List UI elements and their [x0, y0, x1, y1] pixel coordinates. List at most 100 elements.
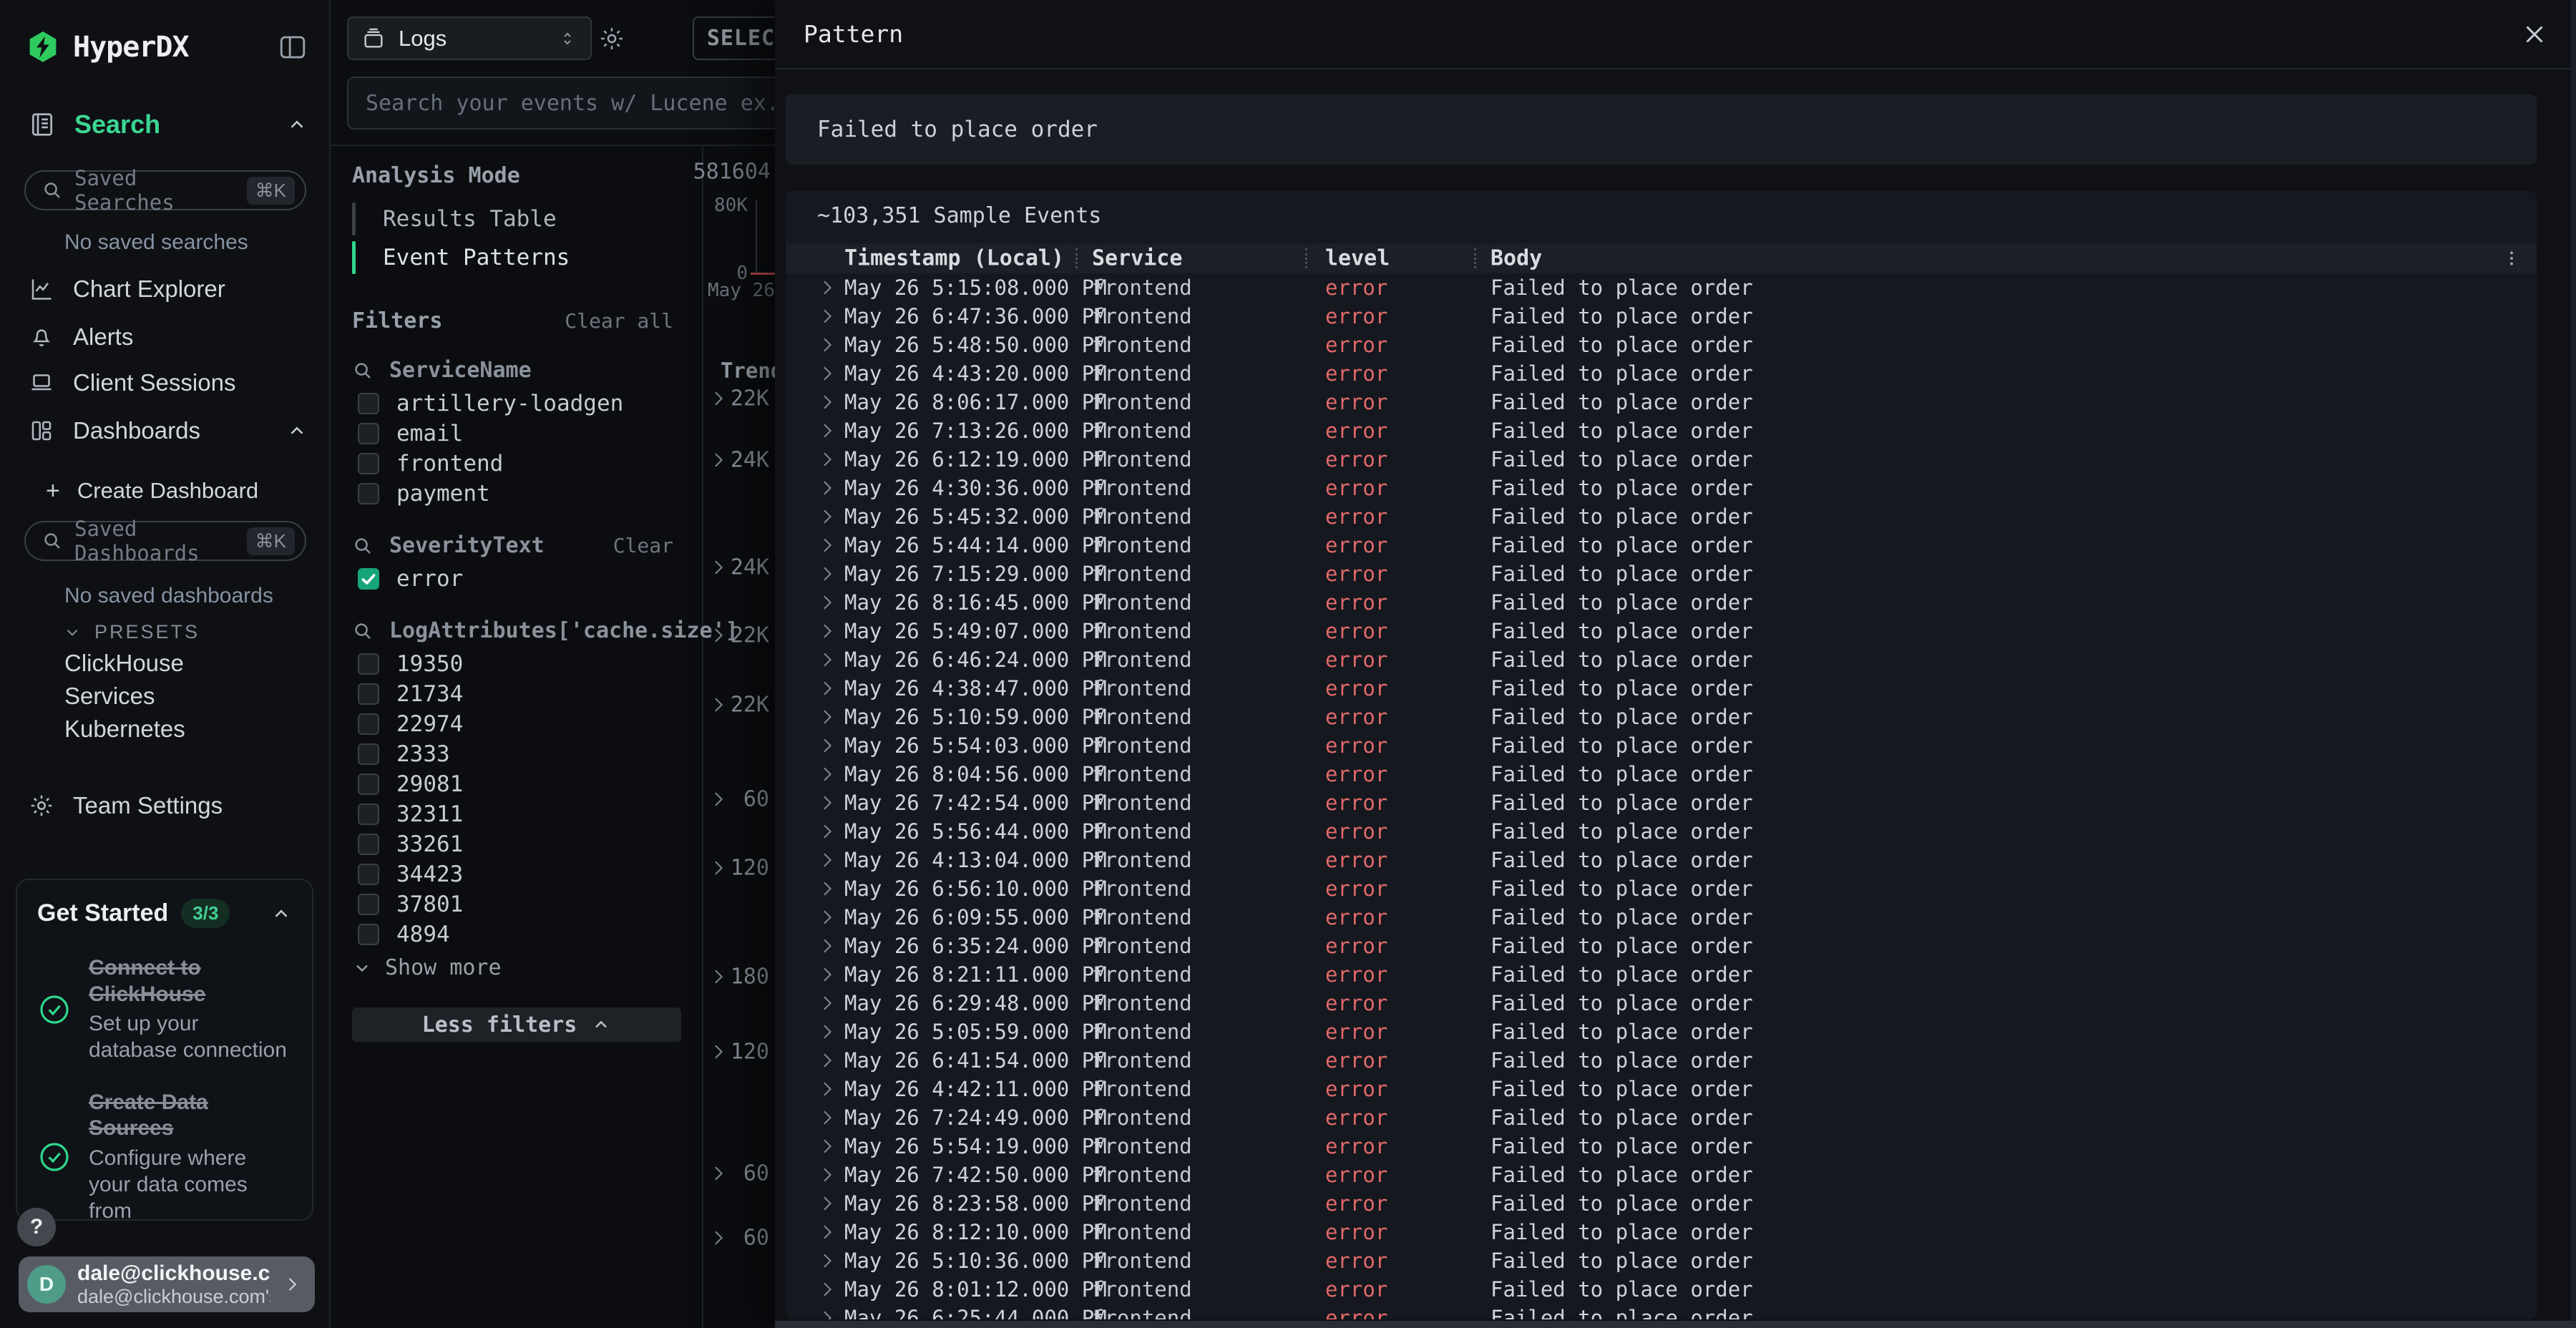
search-icon[interactable] [352, 535, 374, 557]
pattern-row[interactable]: 24K [703, 446, 775, 474]
search-icon[interactable] [352, 620, 374, 642]
expand-chevron-icon[interactable] [817, 421, 837, 441]
get-started-step[interactable]: Create Data Sources Configure where your… [37, 1090, 292, 1221]
event-row[interactable]: May 26 7:15:29.000 PMfrontenderrorFailed… [786, 560, 2537, 588]
expand-chevron-icon[interactable] [708, 967, 728, 987]
event-row[interactable]: May 26 5:54:19.000 PMfrontenderrorFailed… [786, 1132, 2537, 1161]
checkbox-icon[interactable] [358, 773, 379, 795]
event-row[interactable]: May 26 7:13:26.000 PMfrontenderrorFailed… [786, 416, 2537, 445]
expand-chevron-icon[interactable] [817, 1108, 837, 1128]
chevron-up-icon[interactable] [270, 903, 292, 924]
checkbox-checked-icon[interactable] [358, 568, 379, 590]
filter-option[interactable]: 33261 [352, 829, 702, 859]
expand-chevron-icon[interactable] [817, 707, 837, 727]
expand-chevron-icon[interactable] [817, 821, 837, 841]
expand-chevron-icon[interactable] [708, 450, 728, 470]
expand-chevron-icon[interactable] [708, 625, 728, 645]
expand-chevron-icon[interactable] [817, 1308, 837, 1319]
horizontal-scrollbar[interactable] [775, 1321, 2576, 1328]
event-row[interactable]: May 26 7:24:49.000 PMfrontenderrorFailed… [786, 1103, 2537, 1132]
event-row[interactable]: May 26 4:42:11.000 PMfrontenderrorFailed… [786, 1075, 2537, 1103]
show-more-button[interactable]: Show more [352, 955, 702, 980]
preset-services[interactable]: Services [64, 683, 155, 710]
checkbox-icon[interactable] [358, 924, 379, 945]
event-row[interactable]: May 26 5:10:36.000 PMfrontenderrorFailed… [786, 1246, 2537, 1275]
clear-filter-button[interactable]: Clear [613, 534, 673, 557]
column-header-timestamp[interactable]: Timestamp (Local) [844, 246, 1064, 271]
event-row[interactable]: May 26 6:09:55.000 PMfrontenderrorFailed… [786, 903, 2537, 932]
sidebar-item-team-settings[interactable]: Team Settings [29, 788, 308, 823]
help-button[interactable]: ? [17, 1208, 56, 1246]
expand-chevron-icon[interactable] [817, 507, 837, 527]
event-row[interactable]: May 26 8:01:12.000 PMfrontenderrorFailed… [786, 1275, 2537, 1304]
chevron-up-icon[interactable] [286, 420, 308, 441]
checkbox-icon[interactable] [358, 453, 379, 474]
event-row[interactable]: May 26 5:49:07.000 PMfrontenderrorFailed… [786, 617, 2537, 645]
event-row[interactable]: May 26 8:06:17.000 PMfrontenderrorFailed… [786, 388, 2537, 416]
pattern-row[interactable]: 22K [703, 384, 775, 413]
event-row[interactable]: May 26 6:46:24.000 PMfrontenderrorFailed… [786, 645, 2537, 674]
event-row[interactable]: May 26 4:30:36.000 PMfrontenderrorFailed… [786, 474, 2537, 502]
event-row[interactable]: May 26 4:38:47.000 PMfrontenderrorFailed… [786, 674, 2537, 703]
pattern-row[interactable]: 120 [703, 854, 775, 882]
expand-chevron-icon[interactable] [817, 363, 837, 384]
checkbox-icon[interactable] [358, 894, 379, 915]
event-row[interactable]: May 26 4:13:04.000 PMfrontenderrorFailed… [786, 846, 2537, 874]
expand-chevron-icon[interactable] [708, 1228, 728, 1248]
expand-chevron-icon[interactable] [817, 449, 837, 469]
checkbox-icon[interactable] [358, 834, 379, 855]
checkbox-icon[interactable] [358, 393, 379, 414]
expand-chevron-icon[interactable] [817, 879, 837, 899]
filter-option[interactable]: artillery-loadgen [352, 389, 702, 419]
expand-chevron-icon[interactable] [817, 1279, 837, 1299]
event-row[interactable]: May 26 6:41:54.000 PMfrontenderrorFailed… [786, 1046, 2537, 1075]
get-started-step[interactable]: Connect to ClickHouse Set up your databa… [37, 955, 292, 1064]
filter-option[interactable]: 22974 [352, 709, 702, 739]
event-row[interactable]: May 26 8:16:45.000 PMfrontenderrorFailed… [786, 588, 2537, 617]
pattern-row[interactable]: 24K [703, 553, 775, 582]
filter-option[interactable]: 34423 [352, 859, 702, 889]
checkbox-icon[interactable] [358, 653, 379, 675]
expand-chevron-icon[interactable] [817, 621, 837, 641]
filter-option[interactable]: 2333 [352, 739, 702, 769]
filter-option[interactable]: error [352, 564, 702, 594]
clear-all-button[interactable]: Clear all [565, 309, 673, 333]
expand-chevron-icon[interactable] [817, 564, 837, 584]
expand-chevron-icon[interactable] [708, 858, 728, 878]
expand-chevron-icon[interactable] [708, 1042, 728, 1062]
event-row[interactable]: May 26 5:45:32.000 PMfrontenderrorFailed… [786, 502, 2537, 531]
event-row[interactable]: May 26 7:42:54.000 PMfrontenderrorFailed… [786, 788, 2537, 817]
filter-option[interactable]: 19350 [352, 649, 702, 679]
preset-clickhouse[interactable]: ClickHouse [64, 650, 184, 677]
checkbox-icon[interactable] [358, 864, 379, 885]
expand-chevron-icon[interactable] [817, 936, 837, 956]
expand-chevron-icon[interactable] [817, 306, 837, 326]
checkbox-icon[interactable] [358, 713, 379, 735]
expand-chevron-icon[interactable] [817, 1079, 837, 1099]
sidebar-item-dashboards[interactable]: Dashboards [29, 414, 308, 448]
event-row[interactable]: May 26 6:35:24.000 PMfrontenderrorFailed… [786, 932, 2537, 960]
expand-chevron-icon[interactable] [708, 389, 728, 409]
expand-chevron-icon[interactable] [817, 278, 837, 298]
event-row[interactable]: May 26 5:54:03.000 PMfrontenderrorFailed… [786, 731, 2537, 760]
expand-chevron-icon[interactable] [817, 1251, 837, 1271]
saved-dashboards-input[interactable]: Saved Dashboards ⌘K [24, 521, 306, 561]
expand-chevron-icon[interactable] [817, 993, 837, 1013]
pattern-row[interactable]: 22K [703, 690, 775, 719]
event-row[interactable]: May 26 5:05:59.000 PMfrontenderrorFailed… [786, 1017, 2537, 1046]
expand-chevron-icon[interactable] [817, 1165, 837, 1185]
expand-chevron-icon[interactable] [817, 793, 837, 813]
event-row[interactable]: May 26 8:23:58.000 PMfrontenderrorFailed… [786, 1189, 2537, 1218]
filter-option[interactable]: 29081 [352, 769, 702, 799]
source-select[interactable]: Logs [347, 16, 592, 60]
event-row[interactable]: May 26 5:48:50.000 PMfrontenderrorFailed… [786, 331, 2537, 359]
expand-chevron-icon[interactable] [817, 1193, 837, 1214]
event-row[interactable]: May 26 8:12:10.000 PMfrontenderrorFailed… [786, 1218, 2537, 1246]
expand-chevron-icon[interactable] [817, 764, 837, 784]
filter-option[interactable]: 32311 [352, 799, 702, 829]
column-resize-handle[interactable] [1474, 248, 1476, 268]
column-header-level[interactable]: level [1325, 246, 1390, 271]
preset-kubernetes[interactable]: Kubernetes [64, 716, 185, 743]
vertical-scrollbar[interactable] [2571, 0, 2576, 1328]
expand-chevron-icon[interactable] [817, 678, 837, 698]
